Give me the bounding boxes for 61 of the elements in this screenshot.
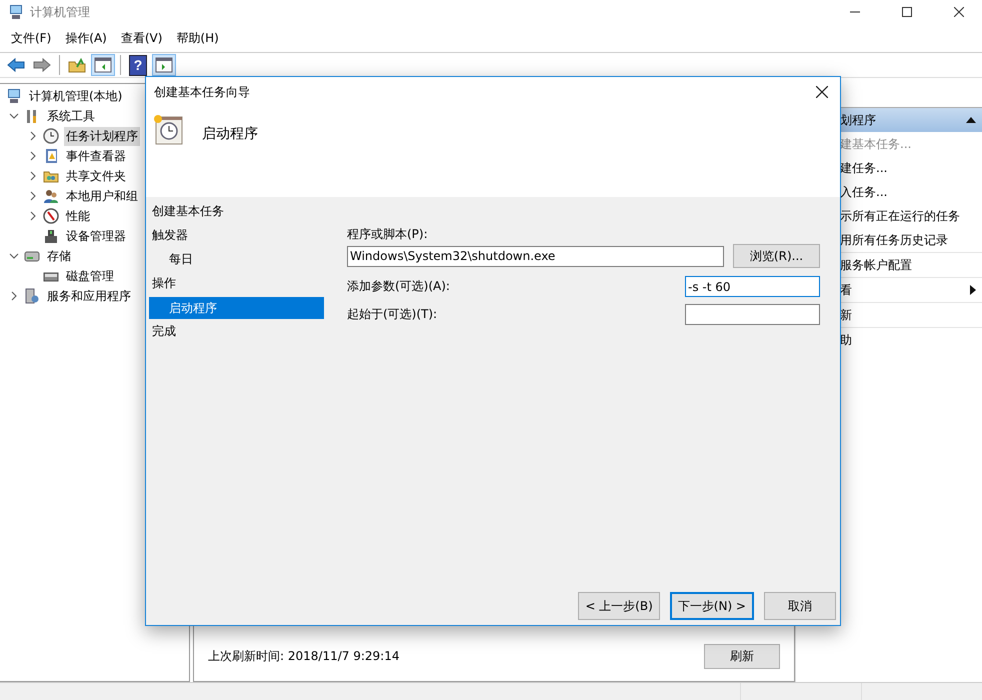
notebook-icon xyxy=(43,148,59,164)
maximize-icon[interactable] xyxy=(902,7,912,17)
device-icon xyxy=(43,228,59,244)
start-in-field[interactable] xyxy=(685,304,820,325)
gauge-icon xyxy=(43,208,59,224)
refresh-button[interactable]: 刷新 xyxy=(704,644,780,669)
wizard-step: 完成 xyxy=(149,320,324,344)
actions-header-label: 划程序 xyxy=(840,112,876,128)
tree-item[interactable]: 本地用户和组 xyxy=(64,186,140,206)
action-item[interactable]: 服务帐户配置 xyxy=(840,256,912,274)
action-item[interactable]: 入任务... xyxy=(840,184,888,200)
wizard-step: 启动程序 xyxy=(149,297,324,319)
tree-item[interactable]: 性能 xyxy=(64,206,92,226)
pane-button[interactable] xyxy=(152,54,176,76)
tree-item[interactable]: 存储 xyxy=(45,246,73,266)
program-field[interactable]: Windows\System32\shutdown.exe xyxy=(347,246,724,266)
menu-item[interactable]: 查看(V) xyxy=(114,30,170,46)
wizard-step: 创建基本任务 xyxy=(149,200,324,224)
calendar-clock-icon xyxy=(152,113,184,145)
next-button[interactable]: 下一步(N) > xyxy=(670,592,754,620)
field-label: 添加参数(可选)(A): xyxy=(347,278,450,295)
field-label: 程序或脚本(P): xyxy=(347,226,429,243)
refresh-time-label: 上次刷新时间: 2018/11/7 9:29:14 xyxy=(208,648,400,665)
dialog-heading: 启动程序 xyxy=(202,125,258,143)
browse-button[interactable]: 浏览(R)... xyxy=(733,244,820,268)
action-item[interactable]: 助 xyxy=(840,332,852,348)
action-item[interactable]: 建任务... xyxy=(840,160,888,176)
tree-item[interactable]: 任务计划程序 xyxy=(64,126,140,146)
users-icon xyxy=(43,188,59,204)
tree-item[interactable]: 系统工具 xyxy=(45,106,97,126)
server-icon xyxy=(24,288,40,304)
pane-button[interactable] xyxy=(91,54,115,76)
arguments-field[interactable]: -s -t 60 xyxy=(685,276,820,297)
action-item[interactable]: 看 xyxy=(840,282,852,298)
cancel-button[interactable]: 取消 xyxy=(764,592,836,620)
wizard-step: 触发器 xyxy=(149,224,324,248)
action-item[interactable]: 示所有正在运行的任务 xyxy=(840,208,960,224)
computer-icon xyxy=(8,4,24,20)
menu-item[interactable]: 操作(A) xyxy=(58,30,114,46)
menu-item[interactable]: 文件(F) xyxy=(4,30,58,46)
wizard-step: 操作 xyxy=(149,272,324,296)
field-label: 起始于(可选)(T): xyxy=(347,306,438,323)
clock-icon xyxy=(43,128,59,144)
computer-icon xyxy=(6,88,22,104)
collapse-triangle-icon xyxy=(966,117,976,123)
help-button[interactable]: ? xyxy=(126,54,150,76)
action-item[interactable]: 用所有任务历史记录 xyxy=(840,232,948,248)
window-title: 计算机管理 xyxy=(30,4,90,20)
tree-item[interactable]: 服务和应用程序 xyxy=(45,286,133,306)
tree-item[interactable]: 磁盘管理 xyxy=(64,266,116,286)
close-icon[interactable] xyxy=(954,7,964,17)
tree-item[interactable]: 共享文件夹 xyxy=(64,166,128,186)
tree-item[interactable]: 设备管理器 xyxy=(64,226,128,246)
wizard-step: 每日 xyxy=(149,248,324,272)
back-button[interactable]: < 上一步(B) xyxy=(578,592,660,620)
tree-item[interactable]: 计算机管理(本地) xyxy=(27,86,124,106)
action-item[interactable]: 新 xyxy=(840,306,852,324)
menu-item[interactable]: 帮助(H) xyxy=(169,30,226,46)
tree-item[interactable]: 事件查看器 xyxy=(64,146,128,166)
close-icon[interactable] xyxy=(816,86,828,98)
dialog-title: 创建基本任务向导 xyxy=(154,84,250,100)
